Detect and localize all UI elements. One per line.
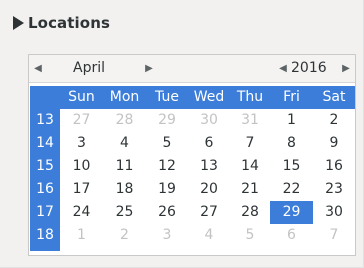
day-cell[interactable]: 6	[270, 224, 313, 247]
year-label: 2016	[291, 60, 327, 76]
section-title: Locations	[28, 14, 111, 32]
day-cell[interactable]: 1	[270, 109, 313, 132]
day-cell[interactable]: 18	[103, 178, 146, 201]
day-cell-selected[interactable]: 29	[270, 201, 313, 224]
day-cell[interactable]: 28	[230, 201, 270, 224]
month-label: April	[73, 60, 105, 76]
weekday-sat: Sat	[322, 89, 346, 105]
day-cell[interactable]: 8	[270, 132, 313, 155]
day-cell[interactable]: 22	[270, 178, 313, 201]
day-cell[interactable]: 6	[188, 132, 230, 155]
day-cell[interactable]: 27	[188, 201, 230, 224]
next-month-button[interactable]: ▶	[142, 55, 156, 82]
day-cell[interactable]: 4	[103, 132, 146, 155]
weekday-tue: Tue	[155, 89, 179, 105]
day-cell[interactable]: 12	[146, 155, 188, 178]
day-cell[interactable]: 11	[103, 155, 146, 178]
weekday-mon: Mon	[109, 89, 140, 105]
day-cell[interactable]: 24	[60, 201, 103, 224]
day-cell[interactable]: 15	[270, 155, 313, 178]
expander-arrow-icon[interactable]	[13, 16, 24, 30]
prev-month-button[interactable]: ◀	[31, 55, 45, 82]
day-cell[interactable]: 29	[146, 109, 188, 132]
day-cell[interactable]: 4	[188, 224, 230, 247]
day-cell[interactable]: 10	[60, 155, 103, 178]
day-cell[interactable]: 21	[230, 178, 270, 201]
week-number: 16	[36, 181, 54, 197]
calendar-header: ◀ April ▶ ◀ 2016 ▶	[29, 55, 355, 83]
day-cell[interactable]: 25	[103, 201, 146, 224]
week-number: 18	[36, 227, 54, 243]
week-number: 17	[36, 204, 54, 220]
day-cell[interactable]: 5	[146, 132, 188, 155]
day-cell[interactable]: 3	[60, 132, 103, 155]
day-cell[interactable]: 23	[313, 178, 355, 201]
calendar-widget[interactable]: ◀ April ▶ ◀ 2016 ▶ Sun Mon Tue Wed Thu Fri Sat…	[28, 54, 356, 256]
day-cell[interactable]: 1	[60, 224, 103, 247]
day-cell[interactable]: 2	[313, 109, 355, 132]
day-cell[interactable]: 3	[146, 224, 188, 247]
day-cell[interactable]: 16	[313, 155, 355, 178]
locations-panel: Locations ◀ April ▶ ◀ 2016 ▶ Sun Mon Tue We…	[0, 0, 364, 268]
week-number: 15	[36, 158, 54, 174]
day-cell[interactable]: 19	[146, 178, 188, 201]
day-cell[interactable]: 28	[103, 109, 146, 132]
day-cell[interactable]: 5	[230, 224, 270, 247]
weekday-wed: Wed	[193, 89, 225, 105]
locations-expander[interactable]: Locations	[13, 13, 110, 33]
day-cell[interactable]: 20	[188, 178, 230, 201]
weekday-fri: Fri	[283, 89, 300, 105]
day-cell[interactable]: 7	[313, 224, 355, 247]
day-cell[interactable]: 7	[230, 132, 270, 155]
day-cell[interactable]: 30	[313, 201, 355, 224]
next-year-button[interactable]: ▶	[339, 55, 353, 82]
day-cell[interactable]: 2	[103, 224, 146, 247]
week-number: 13	[36, 112, 54, 128]
day-cell[interactable]: 9	[313, 132, 355, 155]
day-cell[interactable]: 31	[230, 109, 270, 132]
prev-year-button[interactable]: ◀	[276, 55, 290, 82]
day-cell[interactable]: 26	[146, 201, 188, 224]
day-cell[interactable]: 13	[188, 155, 230, 178]
day-cell[interactable]: 17	[60, 178, 103, 201]
weekday-sun: Sun	[68, 89, 95, 105]
day-cell[interactable]: 14	[230, 155, 270, 178]
week-number: 14	[36, 135, 54, 151]
day-cell[interactable]: 27	[60, 109, 103, 132]
day-cell[interactable]: 30	[188, 109, 230, 132]
weekday-thu: Thu	[236, 89, 264, 105]
